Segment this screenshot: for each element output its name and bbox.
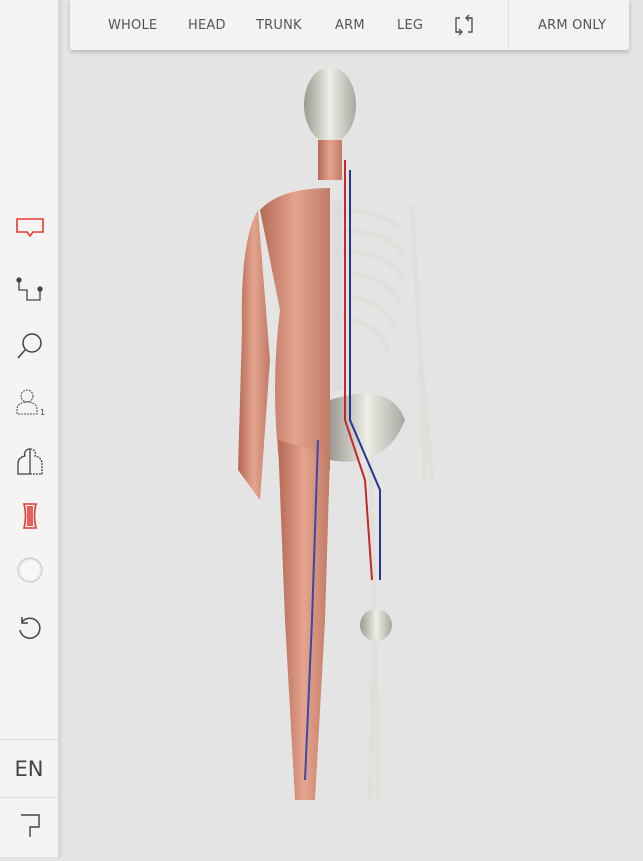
undo-icon[interactable] <box>14 612 46 644</box>
sidebar-divider <box>0 739 58 740</box>
view-whole-button[interactable]: WHOLE <box>108 18 157 33</box>
muscle-layer-icon[interactable] <box>14 500 46 532</box>
arm-only-toggle[interactable]: ARM ONLY <box>538 18 606 33</box>
toolbar-divider <box>508 0 509 50</box>
svg-text:1: 1 <box>40 408 45 417</box>
swap-arrows-icon[interactable] <box>453 14 475 40</box>
language-button[interactable]: EN <box>0 742 58 796</box>
view-leg-button[interactable]: LEG <box>397 18 423 33</box>
view-head-button[interactable]: HEAD <box>188 18 226 33</box>
person-layer-icon[interactable]: 1 <box>14 386 46 418</box>
sidebar: 1 EN <box>0 0 59 857</box>
view-trunk-button[interactable]: TRUNK <box>256 18 302 33</box>
path-connector-icon[interactable] <box>14 274 46 306</box>
sidebar-divider <box>0 797 58 798</box>
view-arm-button[interactable]: ARM <box>335 18 365 33</box>
view-toolbar: WHOLE HEAD TRUNK ARM LEG ARM ONLY <box>70 0 629 50</box>
comment-icon[interactable] <box>14 212 46 244</box>
anatomy-model-viewport[interactable] <box>200 60 460 857</box>
half-body-icon[interactable] <box>14 446 46 478</box>
flag-icon[interactable] <box>14 810 46 842</box>
search-icon[interactable] <box>14 330 46 362</box>
circle-icon[interactable] <box>14 554 46 586</box>
